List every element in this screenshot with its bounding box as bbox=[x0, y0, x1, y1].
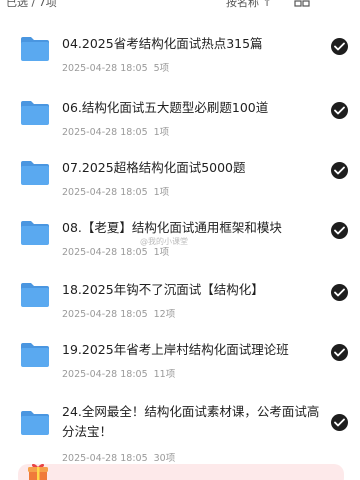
file-row[interactable]: 04.2025省考结构化面试热点315篇 2025-04-28 18:05 5项 bbox=[0, 34, 360, 94]
file-row[interactable]: 18.2025年钩不了沉面试【结构化】 2025-04-28 18:05 12项 bbox=[0, 280, 360, 340]
file-date: 2025-04-28 18:05 bbox=[62, 247, 148, 258]
file-date: 2025-04-28 18:05 bbox=[62, 187, 148, 198]
file-count: 11项 bbox=[153, 369, 176, 380]
checkbox-checked-icon[interactable] bbox=[331, 102, 348, 119]
folder-icon bbox=[20, 36, 50, 62]
file-meta: 2025-04-28 18:05 12项 bbox=[62, 306, 175, 320]
checkbox-checked-icon[interactable] bbox=[331, 222, 348, 239]
folder-icon bbox=[20, 282, 50, 308]
folder-icon bbox=[20, 100, 50, 126]
promo-banner[interactable] bbox=[18, 464, 344, 480]
file-count: 1项 bbox=[153, 247, 170, 258]
file-meta: 2025-04-28 18:05 5项 bbox=[62, 60, 169, 74]
file-name: 18.2025年钩不了沉面试【结构化】 bbox=[62, 282, 264, 297]
checkbox-checked-icon[interactable] bbox=[331, 38, 348, 55]
folder-icon bbox=[20, 342, 50, 368]
selection-count: 已选 / 7项 bbox=[6, 0, 57, 9]
file-name: 19.2025年省考上岸村结构化面试理论班 bbox=[62, 342, 289, 357]
file-name: 06.结构化面试五大题型必刷题100道 bbox=[62, 100, 269, 115]
grid-view-icon[interactable] bbox=[294, 0, 310, 7]
file-row[interactable]: 24.全网最全！结构化面试素材课，公考面试高分法宝！ 2025-04-28 18:… bbox=[0, 402, 360, 464]
folder-icon bbox=[20, 160, 50, 186]
checkbox-checked-icon[interactable] bbox=[331, 162, 348, 179]
file-row[interactable]: 07.2025超格结构化面试5000题 2025-04-28 18:05 1项 bbox=[0, 158, 360, 218]
file-date: 2025-04-28 18:05 bbox=[62, 127, 148, 138]
file-row[interactable]: 19.2025年省考上岸村结构化面试理论班 2025-04-28 18:05 11项 bbox=[0, 340, 360, 400]
file-date: 2025-04-28 18:05 bbox=[62, 63, 148, 74]
file-row[interactable]: 06.结构化面试五大题型必刷题100道 2025-04-28 18:05 1项 bbox=[0, 98, 360, 158]
file-count: 30项 bbox=[153, 453, 176, 464]
checkbox-checked-icon[interactable] bbox=[331, 344, 348, 361]
file-meta: 2025-04-28 18:05 1项 bbox=[62, 124, 169, 138]
folder-icon bbox=[20, 220, 50, 246]
file-meta: 2025-04-28 18:05 11项 bbox=[62, 366, 175, 380]
file-date: 2025-04-28 18:05 bbox=[62, 453, 148, 464]
sort-button[interactable]: 按名称 ↑ bbox=[226, 0, 272, 10]
file-name: 24.全网最全！结构化面试素材课，公考面试高分法宝！ bbox=[62, 404, 320, 439]
checkbox-checked-icon[interactable] bbox=[331, 284, 348, 301]
file-row[interactable]: 08.【老夏】结构化面试通用框架和模块 2025-04-28 18:05 1项 bbox=[0, 218, 360, 278]
file-meta: 2025-04-28 18:05 1项 bbox=[62, 184, 169, 198]
file-date: 2025-04-28 18:05 bbox=[62, 369, 148, 380]
file-name: 07.2025超格结构化面试5000题 bbox=[62, 160, 246, 175]
file-name: 04.2025省考结构化面试热点315篇 bbox=[62, 36, 263, 51]
file-count: 1项 bbox=[153, 187, 170, 198]
top-toolbar: 已选 / 7项 按名称 ↑ bbox=[0, 0, 360, 12]
checkbox-checked-icon[interactable] bbox=[331, 414, 348, 431]
file-meta: 2025-04-28 18:05 30项 bbox=[62, 450, 175, 464]
gift-icon bbox=[26, 464, 50, 480]
folder-icon bbox=[20, 410, 50, 436]
file-count: 1项 bbox=[153, 127, 170, 138]
watermark: @我的小课堂 bbox=[140, 237, 188, 246]
file-count: 12项 bbox=[153, 309, 176, 320]
file-date: 2025-04-28 18:05 bbox=[62, 309, 148, 320]
file-name: 08.【老夏】结构化面试通用框架和模块 bbox=[62, 220, 282, 235]
file-count: 5项 bbox=[153, 63, 170, 74]
